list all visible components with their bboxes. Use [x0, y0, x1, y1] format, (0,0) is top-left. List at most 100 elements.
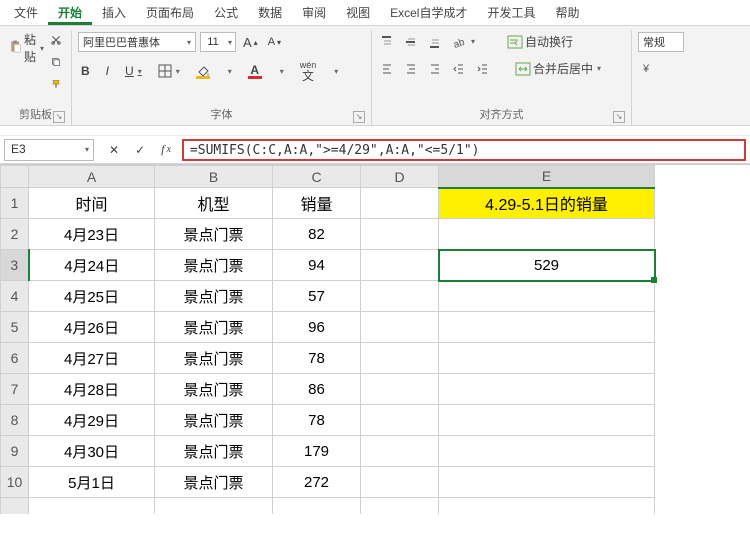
font-color-dropdown[interactable]: ▾: [277, 66, 287, 77]
row-header[interactable]: 2: [1, 219, 29, 250]
cell[interactable]: [439, 219, 655, 250]
cell[interactable]: [439, 405, 655, 436]
cell[interactable]: 景点门票: [155, 219, 273, 250]
cell[interactable]: [361, 343, 439, 374]
fill-color-icon[interactable]: [193, 63, 213, 80]
tab-review[interactable]: 审阅: [292, 0, 336, 25]
font-launcher-icon[interactable]: ↘: [353, 111, 365, 123]
cell[interactable]: [361, 219, 439, 250]
col-header-E[interactable]: E: [439, 166, 655, 188]
formula-bar-input[interactable]: =SUMIFS(C:C,A:A,">=4/29",A:A,"<=5/1"): [182, 139, 746, 161]
cell[interactable]: [439, 281, 655, 312]
col-header-D[interactable]: D: [361, 166, 439, 188]
bold-button[interactable]: B: [78, 63, 93, 79]
cell[interactable]: 景点门票: [155, 343, 273, 374]
cell[interactable]: 179: [273, 436, 361, 467]
name-box[interactable]: E3▾: [4, 139, 94, 161]
cell[interactable]: 4月24日: [29, 250, 155, 281]
row-header[interactable]: 3: [1, 250, 29, 281]
cell[interactable]: 86: [273, 374, 361, 405]
cell[interactable]: 78: [273, 343, 361, 374]
cell[interactable]: 景点门票: [155, 436, 273, 467]
orientation-icon[interactable]: ab▾: [450, 34, 478, 50]
cell[interactable]: 94: [273, 250, 361, 281]
fx-icon[interactable]: fx: [158, 141, 174, 158]
tab-file[interactable]: 文件: [4, 0, 48, 25]
cell[interactable]: 景点门票: [155, 250, 273, 281]
cell[interactable]: 4月29日: [29, 405, 155, 436]
font-size-select[interactable]: 11▾: [200, 32, 236, 52]
cell[interactable]: 景点门票: [155, 405, 273, 436]
italic-button[interactable]: I: [103, 63, 112, 79]
cell[interactable]: 4月23日: [29, 219, 155, 250]
increase-font-icon[interactable]: A▴: [240, 34, 261, 51]
col-header-B[interactable]: B: [155, 166, 273, 188]
tab-home[interactable]: 开始: [48, 0, 92, 25]
wrap-text-button[interactable]: 自动换行: [504, 32, 576, 51]
align-left-icon[interactable]: [378, 61, 394, 77]
align-right-icon[interactable]: [426, 61, 442, 77]
cell[interactable]: [439, 467, 655, 498]
align-bottom-icon[interactable]: [426, 34, 442, 50]
row-header[interactable]: 6: [1, 343, 29, 374]
row-header[interactable]: 8: [1, 405, 29, 436]
cell[interactable]: [29, 498, 155, 514]
cell[interactable]: 景点门票: [155, 312, 273, 343]
cell-selected[interactable]: 529: [439, 250, 655, 281]
currency-icon[interactable]: ¥: [638, 60, 658, 76]
cell[interactable]: 景点门票: [155, 374, 273, 405]
tab-layout[interactable]: 页面布局: [136, 0, 204, 25]
cell[interactable]: 78: [273, 405, 361, 436]
cell[interactable]: [155, 498, 273, 514]
underline-button[interactable]: U▾: [122, 63, 145, 79]
cell[interactable]: [273, 498, 361, 514]
cell[interactable]: 4月25日: [29, 281, 155, 312]
phonetic-icon[interactable]: wén文: [297, 60, 320, 82]
enter-icon[interactable]: ✓: [132, 141, 148, 158]
cell[interactable]: 272: [273, 467, 361, 498]
row-header[interactable]: [1, 498, 29, 514]
cell[interactable]: 4月28日: [29, 374, 155, 405]
cell[interactable]: 景点门票: [155, 467, 273, 498]
alignment-launcher-icon[interactable]: ↘: [613, 111, 625, 123]
cell[interactable]: 4.29-5.1日的销量: [439, 188, 655, 219]
copy-icon[interactable]: [48, 54, 64, 70]
cell[interactable]: [361, 281, 439, 312]
cell[interactable]: [361, 188, 439, 219]
col-header-C[interactable]: C: [273, 166, 361, 188]
font-color-icon[interactable]: A: [245, 63, 265, 80]
cell[interactable]: [439, 436, 655, 467]
borders-icon[interactable]: ▾: [155, 63, 183, 79]
row-header[interactable]: 7: [1, 374, 29, 405]
cell[interactable]: [361, 405, 439, 436]
cell[interactable]: 5月1日: [29, 467, 155, 498]
cell[interactable]: 时间: [29, 188, 155, 219]
cell[interactable]: [439, 343, 655, 374]
row-header[interactable]: 9: [1, 436, 29, 467]
cell[interactable]: [439, 374, 655, 405]
decrease-indent-icon[interactable]: [450, 61, 466, 77]
cell[interactable]: [361, 498, 439, 514]
cut-icon[interactable]: [48, 32, 64, 48]
cell[interactable]: [361, 467, 439, 498]
cell[interactable]: [439, 312, 655, 343]
tab-devtools[interactable]: 开发工具: [477, 0, 545, 25]
fill-color-dropdown[interactable]: ▾: [225, 66, 235, 77]
cell[interactable]: 机型: [155, 188, 273, 219]
cell[interactable]: [361, 436, 439, 467]
font-name-select[interactable]: 阿里巴巴普惠体▾: [78, 32, 196, 52]
paste-button[interactable]: 粘贴▾: [7, 30, 47, 66]
tab-help[interactable]: 帮助: [546, 0, 590, 25]
cell[interactable]: [361, 374, 439, 405]
cell[interactable]: 96: [273, 312, 361, 343]
number-format-select[interactable]: 常规: [638, 32, 684, 52]
cell[interactable]: 57: [273, 281, 361, 312]
spreadsheet-grid[interactable]: A B C D E 1 时间 机型 销量 4.29-5.1日的销量 2 4月23…: [0, 164, 750, 514]
cell[interactable]: 4月27日: [29, 343, 155, 374]
tab-selfstudy[interactable]: Excel自学成才: [380, 0, 477, 25]
cell[interactable]: 4月26日: [29, 312, 155, 343]
cell[interactable]: [439, 498, 655, 514]
clipboard-launcher-icon[interactable]: ↘: [53, 111, 65, 123]
align-middle-icon[interactable]: [402, 34, 418, 50]
row-header[interactable]: 1: [1, 188, 29, 219]
